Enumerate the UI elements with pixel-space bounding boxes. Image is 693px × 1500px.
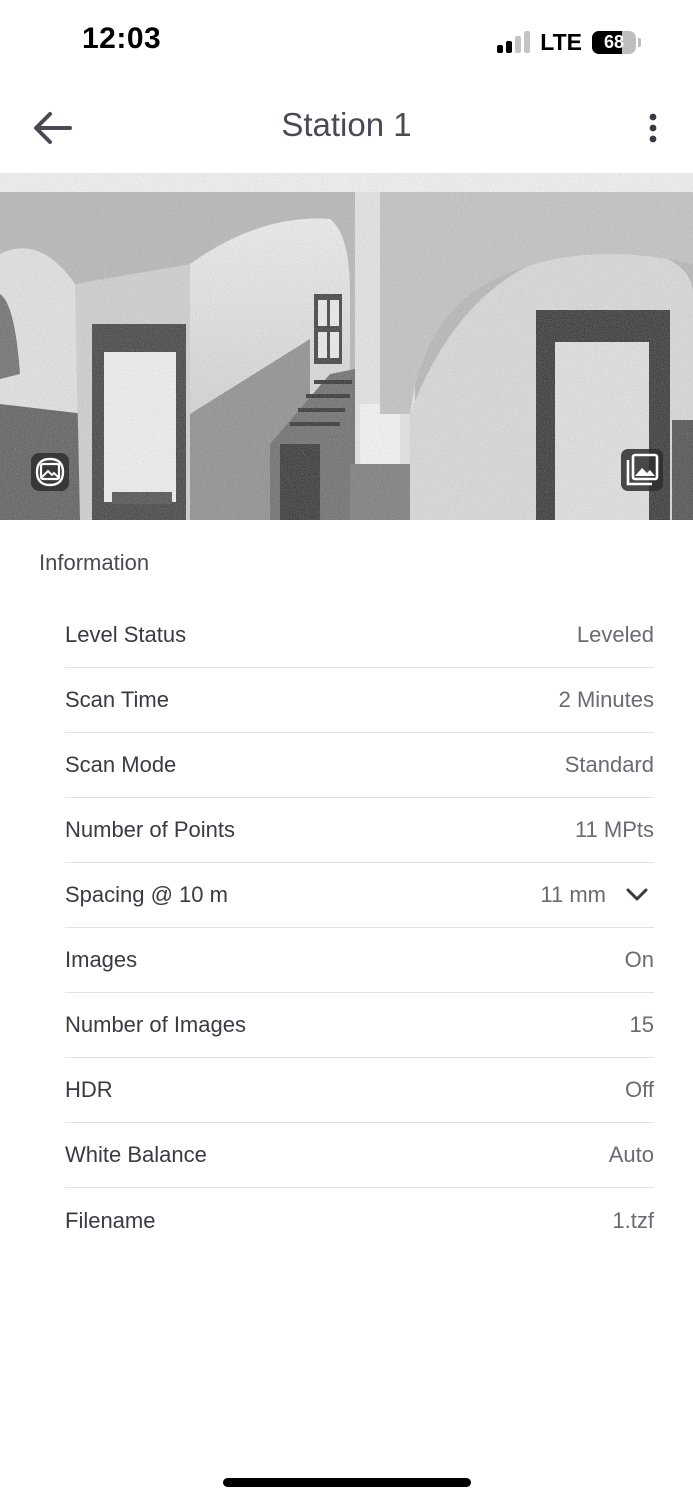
battery-nub <box>638 37 641 47</box>
image-gallery-button[interactable] <box>620 448 664 492</box>
info-label: Spacing @ 10 m <box>65 882 228 907</box>
image-gallery-icon <box>621 449 663 491</box>
info-value: Standard <box>564 752 654 777</box>
scan-panorama-image[interactable] <box>0 174 693 520</box>
info-value: 11 mm <box>540 882 606 907</box>
information-list: Level Status Leveled Scan Time 2 Minutes… <box>65 603 654 1253</box>
info-row-scan-mode: Scan Mode Standard <box>65 733 654 798</box>
info-row-filename: Filename 1.tzf <box>65 1188 654 1253</box>
navigation-bar: Station 1 <box>0 84 693 174</box>
more-options-button[interactable] <box>635 106 671 150</box>
info-row-spacing[interactable]: Spacing @ 10 m 11 mm <box>65 863 654 928</box>
info-row-number-of-images: Number of Images 15 <box>65 993 654 1058</box>
view-image-button[interactable] <box>28 450 72 494</box>
home-indicator[interactable] <box>223 1478 471 1487</box>
info-label: Number of Points <box>65 817 235 842</box>
info-value: 2 Minutes <box>558 687 654 712</box>
signal-strength-icon <box>497 31 531 53</box>
network-type: LTE <box>540 28 582 55</box>
info-label: Filename <box>65 1207 156 1233</box>
info-label: Number of Images <box>65 1012 246 1037</box>
page-title: Station 1 <box>281 106 412 143</box>
info-row-number-of-points: Number of Points 11 MPts <box>65 798 654 863</box>
image-icon <box>31 453 69 491</box>
info-label: Scan Mode <box>65 752 177 777</box>
info-value: 15 <box>629 1012 654 1037</box>
info-value: Leveled <box>576 622 654 647</box>
battery-icon: 68 <box>592 30 636 54</box>
info-value: On <box>624 947 654 972</box>
chevron-down-icon[interactable] <box>624 882 650 908</box>
status-bar: 12:03 LTE 68 <box>0 0 693 84</box>
spacing-dropdown[interactable]: 11 mm <box>540 882 654 908</box>
info-value: Auto <box>608 1142 654 1167</box>
info-value: Off <box>625 1077 654 1102</box>
info-label: White Balance <box>65 1142 207 1167</box>
info-value: 11 MPts <box>574 817 654 842</box>
info-value: 1.tzf <box>612 1207 654 1233</box>
info-label: HDR <box>65 1077 113 1102</box>
info-label: Images <box>65 947 138 972</box>
info-label: Level Status <box>65 622 187 647</box>
section-title: Information <box>39 550 150 575</box>
info-row-hdr: HDR Off <box>65 1058 654 1123</box>
status-indicators: LTE 68 <box>497 28 641 56</box>
info-row-scan-time: Scan Time 2 Minutes <box>65 668 654 733</box>
battery-level: 68 <box>603 31 625 52</box>
info-row-images: Images On <box>65 928 654 993</box>
info-label: Scan Time <box>65 687 169 712</box>
vertical-ellipsis-icon <box>649 113 657 143</box>
info-row-level-status: Level Status Leveled <box>65 603 654 668</box>
panorama-scene <box>0 174 693 520</box>
status-time: 12:03 <box>82 22 162 55</box>
info-row-white-balance: White Balance Auto <box>65 1123 654 1188</box>
